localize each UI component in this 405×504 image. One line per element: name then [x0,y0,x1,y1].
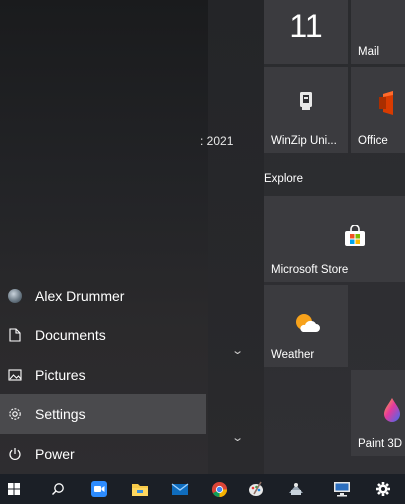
settings-label: Settings [35,406,86,422]
mail-tile[interactable]: Mail [351,0,405,64]
document-icon [7,327,23,343]
paint3d-tile-label: Paint 3D [358,438,403,450]
gear-icon [7,406,23,422]
user-name-label: Alex Drummer [35,288,125,304]
app-list-partial-text: : 2021 [200,134,234,148]
taskbar [0,474,405,504]
chevron-down-icon[interactable]: ⌄ [231,344,244,357]
documents-label: Documents [35,327,106,343]
winzip-tile-label: WinZip Uni... [271,135,337,147]
tile-group-label: Explore [264,173,303,185]
weather-partly-sunny-icon [293,312,321,339]
winzip-icon [297,91,315,118]
search-icon[interactable] [38,474,78,504]
chrome-icon[interactable] [199,474,239,504]
paint-icon[interactable] [236,474,276,504]
app-list-pane [208,0,264,474]
office-icon [379,91,397,120]
nav-documents[interactable]: Documents [0,315,206,355]
power-label: Power [35,446,75,462]
remote-desktop-icon[interactable] [322,474,362,504]
microsoft-store-tile[interactable]: Microsoft Store [264,196,405,282]
winzip-tile[interactable]: WinZip Uni... [264,67,348,153]
paint3d-tile[interactable]: Paint 3D [351,370,405,456]
mail-icon[interactable] [160,474,200,504]
nav-user-account[interactable]: Alex Drummer [0,276,206,316]
nav-pictures[interactable]: Pictures [0,355,206,395]
chevron-down-icon[interactable]: ⌄ [231,431,244,444]
weather-tile[interactable]: Weather [264,285,348,367]
nav-settings[interactable]: Settings [0,394,206,434]
user-avatar-icon [7,288,23,304]
nav-power[interactable]: Power [0,434,206,474]
zoom-icon[interactable] [79,474,119,504]
store-tile-label: Microsoft Store [271,264,349,276]
calendar-tile[interactable]: 11 [264,0,348,64]
calendar-day-number: 11 [289,8,323,44]
paint3d-icon [382,397,402,428]
office-tile-label: Office [358,135,388,147]
mail-tile-label: Mail [358,46,380,58]
office-tile[interactable]: Office [351,67,405,153]
pictures-icon [7,367,23,383]
weather-tile-label: Weather [271,349,315,361]
windows-start-icon[interactable] [0,474,34,504]
power-icon [7,446,23,462]
settings-icon[interactable] [363,474,403,504]
file-explorer-icon[interactable] [120,474,160,504]
store-bag-icon [344,224,366,252]
pictures-label: Pictures [35,367,86,383]
network-tools-icon[interactable] [276,474,316,504]
